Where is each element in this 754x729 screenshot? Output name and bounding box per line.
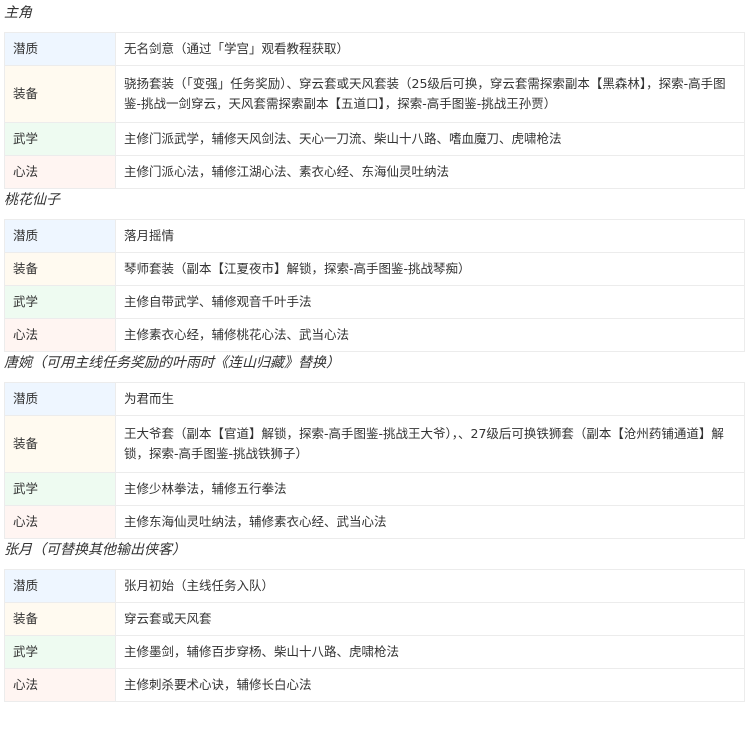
table-row: 武学 主修门派武学，辅修天风剑法、天心一刀流、柴山十八路、嗜血魔刀、虎啸枪法 <box>4 122 745 156</box>
row-value: 王大爷套（副本【官道】解锁，探索-高手图鉴-挑战王大爷），、27级后可换铁狮套（… <box>115 415 745 473</box>
row-value: 主修门派心法，辅修江湖心法、素衣心经、东海仙灵吐纳法 <box>115 155 745 189</box>
section-title-peach-fairy: 桃花仙子 <box>4 192 60 208</box>
table-row: 武学 主修自带武学、辅修观音千叶手法 <box>4 285 745 319</box>
row-value: 无名剑意（通过「学宫」观看教程获取） <box>115 32 745 66</box>
table-row: 心法 主修刺杀要术心诀，辅修长白心法 <box>4 668 745 702</box>
row-label: 潜质 <box>4 32 116 66</box>
row-label: 心法 <box>4 668 116 702</box>
table-row: 潜质 张月初始（主线任务入队） <box>4 569 745 603</box>
row-label: 心法 <box>4 505 116 539</box>
table-protagonist: 潜质 无名剑意（通过「学宫」观看教程获取） 装备 骁扬套装（「变强」任务奖励）、… <box>4 32 745 189</box>
table-row: 装备 琴师套装（副本【江夏夜市】解锁，探索-高手图鉴-挑战琴痴） <box>4 252 745 286</box>
row-value: 穿云套或天风套 <box>115 602 745 636</box>
row-label: 武学 <box>4 635 116 669</box>
row-label: 装备 <box>4 65 116 123</box>
row-label: 装备 <box>4 602 116 636</box>
table-zhang-yue: 潜质 张月初始（主线任务入队） 装备 穿云套或天风套 武学 主修墨剑，辅修百步穿… <box>4 569 745 702</box>
table-row: 心法 主修素衣心经，辅修桃花心法、武当心法 <box>4 318 745 352</box>
row-value: 主修门派武学，辅修天风剑法、天心一刀流、柴山十八路、嗜血魔刀、虎啸枪法 <box>115 122 745 156</box>
row-label: 装备 <box>4 252 116 286</box>
row-value: 主修少林拳法，辅修五行拳法 <box>115 472 745 506</box>
table-tang-wan: 潜质 为君而生 装备 王大爷套（副本【官道】解锁，探索-高手图鉴-挑战王大爷），… <box>4 382 745 539</box>
row-label: 潜质 <box>4 382 116 416</box>
row-value: 骁扬套装（「变强」任务奖励）、穿云套或天风套装（25级后可换，穿云套需探索副本【… <box>115 65 745 123</box>
row-label: 武学 <box>4 472 116 506</box>
row-label: 潜质 <box>4 219 116 253</box>
table-row: 潜质 为君而生 <box>4 382 745 416</box>
row-value: 张月初始（主线任务入队） <box>115 569 745 603</box>
row-label: 心法 <box>4 318 116 352</box>
table-row: 装备 穿云套或天风套 <box>4 602 745 636</box>
table-row: 武学 主修少林拳法，辅修五行拳法 <box>4 472 745 506</box>
row-label: 潜质 <box>4 569 116 603</box>
row-label: 装备 <box>4 415 116 473</box>
guide-page: 主角 潜质 无名剑意（通过「学宫」观看教程获取） 装备 骁扬套装（「变强」任务奖… <box>0 0 754 729</box>
row-value: 落月摇情 <box>115 219 745 253</box>
row-value: 主修刺杀要术心诀，辅修长白心法 <box>115 668 745 702</box>
row-label: 武学 <box>4 285 116 319</box>
table-row: 心法 主修东海仙灵吐纳法，辅修素衣心经、武当心法 <box>4 505 745 539</box>
row-label: 心法 <box>4 155 116 189</box>
row-value: 主修东海仙灵吐纳法，辅修素衣心经、武当心法 <box>115 505 745 539</box>
table-row: 潜质 落月摇情 <box>4 219 745 253</box>
section-title-tang-wan: 唐婉（可用主线任务奖励的叶雨时《连山归藏》替换） <box>4 355 340 371</box>
table-row: 心法 主修门派心法，辅修江湖心法、素衣心经、东海仙灵吐纳法 <box>4 155 745 189</box>
row-value: 琴师套装（副本【江夏夜市】解锁，探索-高手图鉴-挑战琴痴） <box>115 252 745 286</box>
table-row: 装备 骁扬套装（「变强」任务奖励）、穿云套或天风套装（25级后可换，穿云套需探索… <box>4 65 745 123</box>
section-title-protagonist: 主角 <box>4 5 32 21</box>
table-peach-fairy: 潜质 落月摇情 装备 琴师套装（副本【江夏夜市】解锁，探索-高手图鉴-挑战琴痴）… <box>4 219 745 352</box>
row-value: 主修自带武学、辅修观音千叶手法 <box>115 285 745 319</box>
table-row: 装备 王大爷套（副本【官道】解锁，探索-高手图鉴-挑战王大爷），、27级后可换铁… <box>4 415 745 473</box>
row-value: 主修素衣心经，辅修桃花心法、武当心法 <box>115 318 745 352</box>
row-value: 为君而生 <box>115 382 745 416</box>
table-row: 武学 主修墨剑，辅修百步穿杨、柴山十八路、虎啸枪法 <box>4 635 745 669</box>
row-label: 武学 <box>4 122 116 156</box>
row-value: 主修墨剑，辅修百步穿杨、柴山十八路、虎啸枪法 <box>115 635 745 669</box>
section-title-zhang-yue: 张月（可替换其他输出侠客） <box>4 542 186 558</box>
table-row: 潜质 无名剑意（通过「学宫」观看教程获取） <box>4 32 745 66</box>
